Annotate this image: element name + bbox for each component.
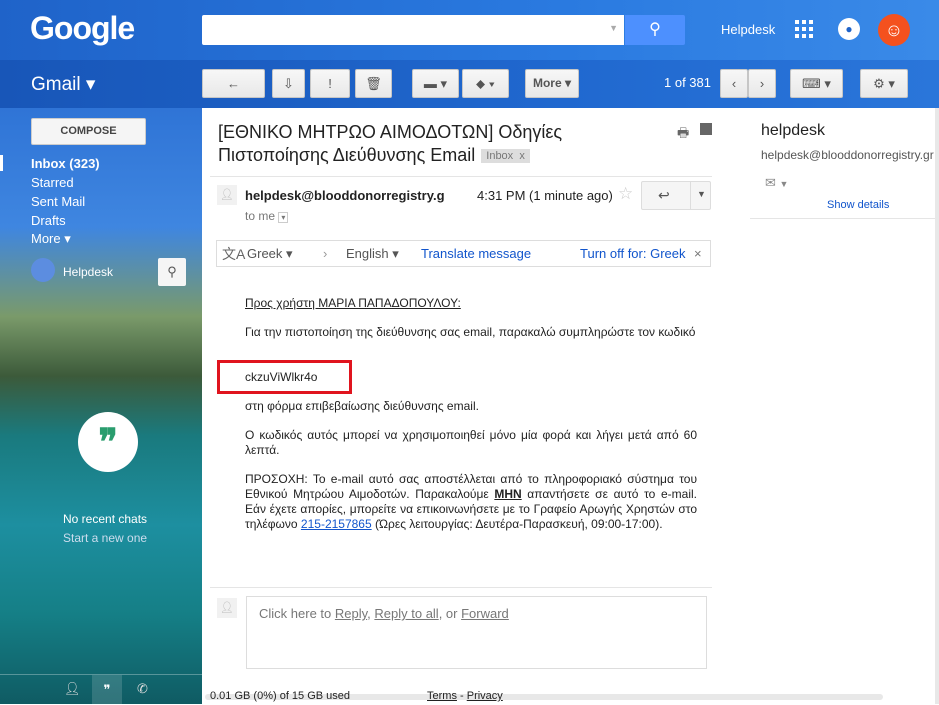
account-name[interactable]: Helpdesk bbox=[721, 22, 775, 37]
vertical-scrollbar[interactable] bbox=[935, 108, 939, 704]
labels-button[interactable]: ⬥ ▾ bbox=[462, 69, 509, 98]
reply-icon[interactable]: ↩ bbox=[658, 187, 670, 204]
terms-link[interactable]: Terms bbox=[427, 690, 457, 702]
notifications-icon[interactable]: ● bbox=[838, 18, 860, 40]
hangouts-icon: ❞ bbox=[78, 412, 138, 472]
sidebar-item-more[interactable]: More ▾ bbox=[31, 231, 71, 247]
more-button[interactable]: More ▾ bbox=[525, 69, 579, 98]
selected-indicator bbox=[0, 155, 3, 171]
more-actions-icon[interactable]: ▼ bbox=[697, 189, 706, 199]
apps-grid-icon[interactable] bbox=[795, 20, 813, 38]
sender-address[interactable]: helpdesk@blooddonorregistry.g bbox=[245, 188, 445, 203]
details-dropdown-icon[interactable]: ▾ bbox=[278, 212, 289, 223]
greeting: Προς χρήστη ΜΑΡΙΑ ΠΑΠΑΔΟΠΟΥΛΟΥ: bbox=[245, 296, 461, 310]
search-options-icon[interactable]: ▼ bbox=[609, 23, 618, 33]
phone-icon[interactable]: ✆ bbox=[137, 681, 148, 697]
settings-button[interactable]: ⚙ ▾ bbox=[860, 69, 908, 98]
storage-usage: 0.01 GB (0%) of 15 GB used bbox=[210, 690, 351, 702]
hangouts-tab-icon[interactable]: ❞ bbox=[92, 675, 122, 705]
email-contact-icon[interactable]: ✉ ▼ bbox=[765, 175, 788, 191]
contact-email: helpdesk@blooddonorregistry.gr bbox=[761, 148, 934, 162]
translate-message-link[interactable]: Translate message bbox=[421, 246, 531, 261]
input-tools-button[interactable]: ⌨ ▾ bbox=[790, 69, 843, 98]
remove-label-icon[interactable]: x bbox=[519, 150, 525, 162]
chat-user-name[interactable]: Helpdesk bbox=[63, 265, 113, 279]
forward-link[interactable]: Forward bbox=[461, 606, 509, 621]
avatar[interactable]: ☺ bbox=[878, 14, 910, 46]
paragraph-3: Ο κωδικός αυτός μπορεί να χρησιμοποιηθεί… bbox=[245, 428, 697, 457]
back-button[interactable]: ← bbox=[202, 69, 265, 98]
sidebar-item-sent[interactable]: Sent Mail bbox=[31, 194, 85, 209]
star-icon[interactable]: ☆ bbox=[618, 184, 633, 204]
turn-off-translation-link[interactable]: Turn off for: Greek bbox=[580, 246, 686, 261]
email-time: 4:31 PM (1 minute ago) bbox=[477, 188, 613, 203]
code-highlight-box bbox=[217, 360, 352, 394]
move-to-button[interactable]: ▬ ▾ bbox=[412, 69, 459, 98]
close-translate-icon[interactable]: × bbox=[694, 246, 702, 261]
compose-button[interactable]: COMPOSE bbox=[31, 118, 146, 145]
inbox-label[interactable]: Inbox x bbox=[481, 148, 530, 163]
divider bbox=[210, 176, 712, 177]
phone-link[interactable]: 215-2157865 bbox=[301, 517, 372, 531]
translate-icon: 文A bbox=[222, 246, 246, 262]
newer-button[interactable]: ‹ bbox=[720, 69, 748, 98]
divider bbox=[750, 218, 939, 219]
paragraph-1: Για την πιστοποίηση της διεύθυνσης σας e… bbox=[245, 325, 696, 339]
reply-button[interactable]: ↩ ▼ bbox=[641, 181, 711, 210]
sidebar-item-starred[interactable]: Starred bbox=[31, 175, 74, 190]
print-icon[interactable]: 🖶︎ bbox=[677, 124, 689, 146]
sidebar-item-inbox[interactable]: Inbox (323) bbox=[31, 156, 100, 171]
divider bbox=[210, 587, 712, 588]
email-subject: [ΕΘΝΙΚΟ ΜΗΤΡΩΟ ΑΙΜΟΔΟΤΩΝ] Οδηγίες Πιστοπ… bbox=[218, 122, 563, 165]
pager-text: 1 of 381 bbox=[664, 75, 711, 90]
reply-all-link[interactable]: Reply to all bbox=[374, 606, 438, 621]
reply-box[interactable]: Click here to Reply, Reply to all, or Fo… bbox=[246, 596, 707, 669]
sidebar-footer: 👤︎ ❞ ✆ bbox=[0, 674, 202, 705]
source-language-select[interactable]: Greek ▾ bbox=[247, 246, 293, 262]
google-logo[interactable]: Google bbox=[30, 10, 135, 47]
chat-search-icon[interactable]: ⚲ bbox=[158, 258, 186, 286]
contact-name: helpdesk bbox=[761, 122, 826, 139]
no-chats-text: No recent chats bbox=[63, 512, 148, 526]
delete-button[interactable]: 🗑 bbox=[355, 69, 392, 98]
show-details-link[interactable]: Show details bbox=[827, 199, 889, 211]
reply-link[interactable]: Reply bbox=[335, 606, 367, 621]
my-avatar-icon: 👤︎ bbox=[217, 598, 237, 618]
search-input[interactable]: ▼ bbox=[202, 15, 624, 45]
report-spam-button[interactable]: ! bbox=[310, 69, 350, 98]
older-button[interactable]: › bbox=[748, 69, 776, 98]
search-button[interactable]: ⚲ bbox=[625, 15, 685, 45]
sidebar-item-drafts[interactable]: Drafts bbox=[31, 213, 66, 228]
footer-links: Terms - Privacy bbox=[427, 690, 503, 702]
new-window-icon[interactable] bbox=[700, 123, 712, 135]
gmail-menu[interactable]: Gmail ▾ bbox=[31, 73, 95, 96]
contacts-icon[interactable]: 👤︎ bbox=[64, 681, 81, 697]
sender-avatar-icon: 👤︎ bbox=[217, 185, 237, 205]
archive-button[interactable]: ⇩ bbox=[272, 69, 305, 98]
privacy-link[interactable]: Privacy bbox=[467, 690, 503, 702]
translate-bar: 文A Greek ▾ › English ▾ Translate message… bbox=[216, 240, 711, 267]
target-language-select[interactable]: English ▾ bbox=[346, 246, 399, 262]
recipient-details[interactable]: to me ▾ bbox=[245, 209, 289, 223]
paragraph-2: στη φόρμα επιβεβαίωσης διεύθυνσης email. bbox=[245, 399, 479, 413]
arrow-icon: › bbox=[323, 246, 328, 261]
paragraph-4: ΠΡΟΣΟΧΗ: Το e-mail αυτό σας αποστέλλεται… bbox=[245, 472, 697, 531]
chat-user-avatar[interactable] bbox=[31, 258, 55, 282]
start-chat-link[interactable]: Start a new one bbox=[63, 531, 147, 545]
